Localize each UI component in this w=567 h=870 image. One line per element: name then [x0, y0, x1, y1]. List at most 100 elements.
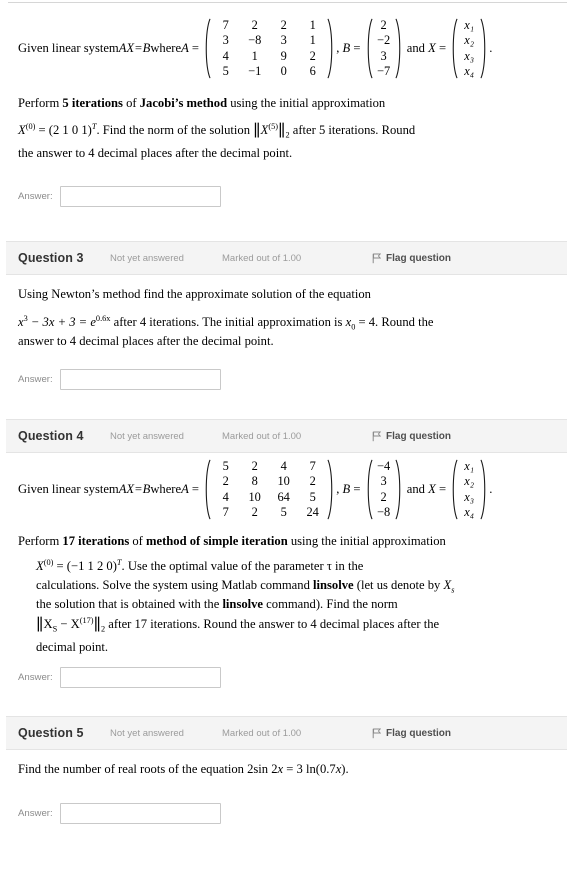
q4-method: method of simple iteration: [146, 534, 288, 548]
cell: 64: [277, 489, 290, 504]
q4-detail-block: X(0) = (−1 1 2 0)T. Use the optimal valu…: [0, 557, 567, 657]
cell: 2: [280, 18, 287, 32]
flag-icon: [372, 431, 381, 442]
paren-right: [327, 18, 336, 79]
paren-left: [449, 459, 458, 520]
q4-answer-line: Answer:: [0, 667, 567, 688]
q2-perform-line: Perform 5 iterations of Jacobi’s method …: [0, 94, 567, 113]
q4-linsolve-2: linsolve: [222, 596, 264, 611]
question-4-header: Question 4 Not yet answered Marked out o…: [6, 419, 567, 453]
cell: 5: [222, 63, 229, 78]
cell: 2: [251, 18, 258, 32]
answer-label: Answer:: [18, 374, 53, 385]
q2-mid: . Find the norm of the solution: [96, 123, 254, 138]
q2-tail: after 5 iterations. Round: [289, 123, 416, 138]
q4-norm-x: X: [70, 616, 80, 631]
flag-question-button[interactable]: Flag question: [372, 728, 451, 739]
flag-icon: [372, 253, 381, 264]
cell: x₄: [464, 504, 475, 519]
question-3-body: Using Newton’s method find the approxima…: [0, 285, 567, 304]
answer-label: Answer:: [18, 808, 53, 819]
cell: x₃: [464, 48, 475, 63]
cell: 24: [306, 504, 319, 519]
q4-matrix-a-label: A: [181, 482, 189, 497]
answer-input[interactable]: [59, 803, 221, 824]
q4-intro: Given linear system: [18, 482, 119, 497]
cell: 5: [280, 504, 287, 519]
q5-line1-a: Find the number of real roots of the equ…: [18, 762, 278, 776]
q2-matrix-a-label: A: [181, 41, 189, 56]
cell: 1: [309, 18, 316, 32]
cell: 6: [309, 63, 316, 78]
cell: 3: [222, 33, 229, 48]
q2-intro: Given linear system: [18, 41, 119, 56]
paren-right: [327, 459, 336, 520]
q4-line4-c: (let us denote by: [353, 577, 444, 592]
cell: 4: [222, 489, 229, 504]
q2-x0: X: [18, 123, 26, 138]
q2-norm-sup: (5): [268, 121, 278, 131]
q4-matrix-a: 5247 2 8 10 2 4 10 64 5 7 2 5 24: [202, 459, 336, 520]
cell: 1: [309, 33, 316, 48]
q2-line4: the answer to 4 decimal places after the…: [18, 146, 293, 161]
flag-question-button[interactable]: Flag question: [372, 431, 451, 442]
flag-question-label: Flag question: [386, 252, 451, 264]
cell: 2: [309, 474, 316, 489]
cell: −8: [377, 504, 391, 519]
paren-left: [202, 18, 211, 79]
cell: 2: [222, 474, 229, 489]
cell: −1: [248, 63, 262, 78]
cell: 7: [309, 459, 316, 473]
paren-left: [449, 18, 458, 79]
flag-question-button[interactable]: Flag question: [372, 253, 451, 264]
question-4-number: Question 4: [18, 429, 84, 443]
flag-icon: [372, 728, 381, 739]
cell: 2: [380, 18, 387, 32]
paren-left: [364, 459, 373, 520]
question-3-mark: Marked out of 1.00: [222, 252, 302, 264]
q4-norm-xs: X: [43, 616, 53, 631]
cell: 3: [380, 474, 387, 489]
q2-x0-sup: (0): [25, 121, 36, 131]
question-2-body: Given linear system AX=B where A = 7221 …: [0, 18, 567, 79]
paren-right: [480, 459, 489, 520]
paren-right: [480, 18, 489, 79]
cell: 7: [222, 504, 229, 519]
q2-method: Jacobi’s method: [139, 96, 228, 110]
q4-line5-a: the solution that is obtained with the: [36, 596, 223, 611]
question-4-state: Not yet answered: [110, 430, 184, 442]
q2-vector-b: 2 −2 3 −7: [364, 18, 404, 79]
question-5-mark: Marked out of 1.00: [222, 727, 302, 739]
paren-right: [395, 18, 404, 79]
q4-iterations: 17 iterations: [62, 534, 130, 548]
q2-iterations: 5 iterations: [62, 96, 123, 110]
cell: 0: [280, 63, 287, 78]
cell: −4: [377, 459, 391, 473]
q4-x0-sup: (0): [43, 557, 54, 567]
q2-perform-a: Perform: [18, 96, 63, 110]
q4-where: where: [150, 482, 182, 497]
question-4-body: Given linear system AX=B where A = 5247 …: [0, 459, 567, 520]
q4-system-line: Given linear system AX=B where A = 5247 …: [18, 459, 493, 520]
cell: x₁: [464, 459, 475, 473]
q2-vector-x-label: X: [428, 41, 436, 56]
q4-tau-tail: . Use the optimal value of the parameter…: [121, 559, 364, 573]
q4-xs-sub: s: [451, 585, 455, 595]
q4-perform-a: Perform: [18, 534, 63, 548]
q3-eq-val: = 4. Round the: [355, 315, 434, 329]
cell: 2: [251, 504, 258, 519]
question-3-state: Not yet answered: [110, 252, 184, 264]
q4-norm-minus: −: [57, 616, 71, 631]
q2-matrix-b-label: B: [342, 41, 351, 56]
q4-system-name: AX=B: [118, 482, 151, 497]
q4-line4-a: calculations. Solve the system using Mat…: [36, 577, 314, 592]
cell: −8: [248, 33, 262, 48]
answer-input[interactable]: [59, 186, 221, 207]
answer-input[interactable]: [59, 667, 221, 688]
answer-input[interactable]: [59, 369, 221, 390]
q4-using: using the initial approximation: [287, 534, 446, 548]
answer-label: Answer:: [18, 191, 53, 202]
q3-equation-block: x3 − 3x + 3 = e0.6x after 4 iterations. …: [0, 313, 567, 351]
q2-where: where: [150, 41, 182, 56]
quiz-page: Given linear system AX=B where A = 7221 …: [0, 0, 567, 870]
